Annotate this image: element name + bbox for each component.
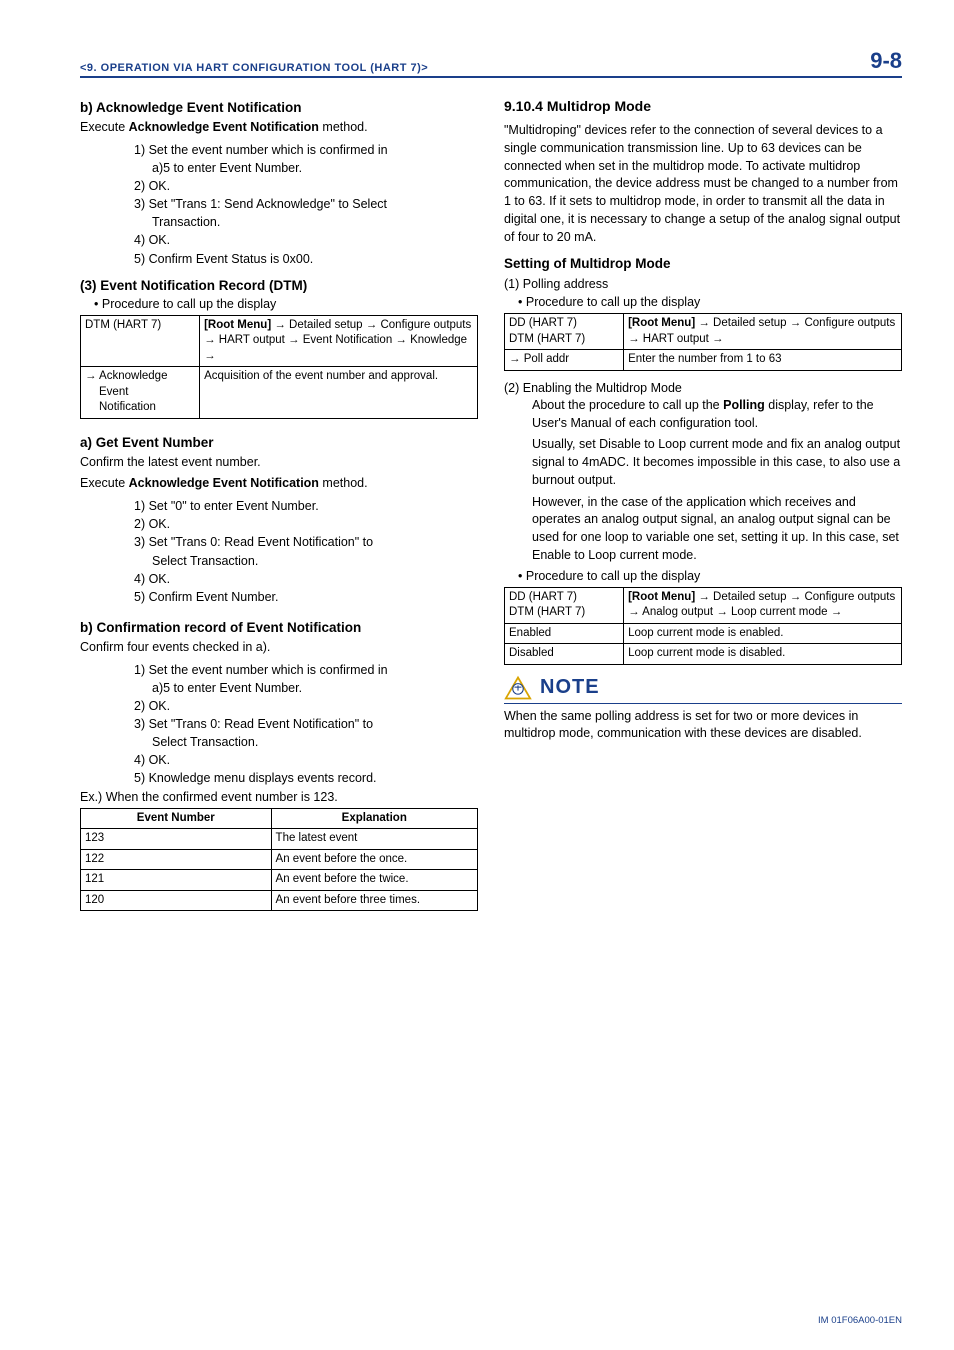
enabling-body2: Usually, set Disable to Loop current mod… <box>504 436 902 489</box>
table-cell: Enter the number from 1 to 63 <box>624 350 902 371</box>
table-cell: 123 <box>81 829 272 850</box>
table-cell: → Acknowledge Event Notification <box>81 367 200 419</box>
note-header: NOTE <box>504 675 902 704</box>
table-cell: The latest event <box>271 829 477 850</box>
ack-steps: 1) Set the event number which is confirm… <box>80 141 478 268</box>
table-cell: Loop current mode is disabled. <box>624 644 902 665</box>
warning-icon <box>504 675 532 701</box>
note-block: NOTE When the same polling address is se… <box>504 675 902 744</box>
enabling-body3: However, in the case of the application … <box>504 494 902 565</box>
table-cell: 121 <box>81 870 272 891</box>
multidrop-para: "Multidroping" devices refer to the conn… <box>504 122 902 246</box>
enabling-mm: (2) Enabling the Multidrop Mode <box>504 381 902 395</box>
bullet-proc-1: Procedure to call up the display <box>94 297 478 311</box>
table-cell: Enabled <box>505 623 624 644</box>
table-cell: An event before the twice. <box>271 870 477 891</box>
table-event-record: DTM (HART 7) [Root Menu] → Detailed setu… <box>80 315 478 419</box>
table-cell: Acquisition of the event number and appr… <box>200 367 478 419</box>
bullet-proc-3: Procedure to call up the display <box>518 569 902 583</box>
heading-ack-notif: b) Acknowledge Event Notification <box>80 100 478 115</box>
table-cell: [Root Menu] → Detailed setup → Configure… <box>624 587 902 623</box>
page-header: <9. OPERATION VIA HART CONFIGURATION TOO… <box>80 48 902 78</box>
bullet-proc-2: Procedure to call up the display <box>518 295 902 309</box>
note-label: NOTE <box>540 676 600 699</box>
ack-intro: Execute Acknowledge Event Notification m… <box>80 119 478 137</box>
table-cell: [Root Menu] → Detailed setup → Configure… <box>624 314 902 350</box>
header-title: <9. OPERATION VIA HART CONFIGURATION TOO… <box>80 62 428 74</box>
get-line1: Confirm the latest event number. <box>80 454 478 472</box>
table-cell: Loop current mode is enabled. <box>624 623 902 644</box>
table-cell: 120 <box>81 890 272 911</box>
footer-code: IM 01F06A00-01EN <box>818 1315 902 1326</box>
page-number: 9-8 <box>870 48 902 74</box>
get-line2: Execute Acknowledge Event Notification m… <box>80 475 478 493</box>
table-loop-mode: DD (HART 7) DTM (HART 7) [Root Menu] → D… <box>504 587 902 665</box>
table-cell: Disabled <box>505 644 624 665</box>
heading-get-event: a) Get Event Number <box>80 435 478 450</box>
heading-multidrop: 9.10.4 Multidrop Mode <box>504 98 902 114</box>
conf-steps: 1) Set the event number which is confirm… <box>80 661 478 788</box>
table-cell: DD (HART 7) DTM (HART 7) <box>505 314 624 350</box>
table-event-numbers: Event Number Explanation 123The latest e… <box>80 808 478 912</box>
note-text: When the same polling address is set for… <box>504 708 902 744</box>
table-cell: An event before the once. <box>271 849 477 870</box>
table-cell: DTM (HART 7) <box>81 315 200 367</box>
table-cell: DD (HART 7) DTM (HART 7) <box>505 587 624 623</box>
table-cell: An event before three times. <box>271 890 477 911</box>
table-cell: → Poll addr <box>505 350 624 371</box>
table-header: Event Number <box>81 808 272 829</box>
heading-conf-record: b) Confirmation record of Event Notifica… <box>80 620 478 635</box>
table-cell: [Root Menu] → Detailed setup → Configure… <box>200 315 478 367</box>
left-column: b) Acknowledge Event Notification Execut… <box>80 92 478 921</box>
table-header: Explanation <box>271 808 477 829</box>
enabling-body1: About the procedure to call up the Polli… <box>504 397 902 433</box>
example-line: Ex.) When the confirmed event number is … <box>80 790 478 804</box>
polling-address: (1) Polling address <box>504 277 902 291</box>
heading-setting: Setting of Multidrop Mode <box>504 256 902 271</box>
conf-line1: Confirm four events checked in a). <box>80 639 478 657</box>
table-cell: 122 <box>81 849 272 870</box>
heading-event-record: (3) Event Notification Record (DTM) <box>80 278 478 293</box>
right-column: 9.10.4 Multidrop Mode "Multidroping" dev… <box>504 92 902 921</box>
get-steps: 1) Set "0" to enter Event Number. 2) OK.… <box>80 497 478 606</box>
table-poll-addr: DD (HART 7) DTM (HART 7) [Root Menu] → D… <box>504 313 902 371</box>
